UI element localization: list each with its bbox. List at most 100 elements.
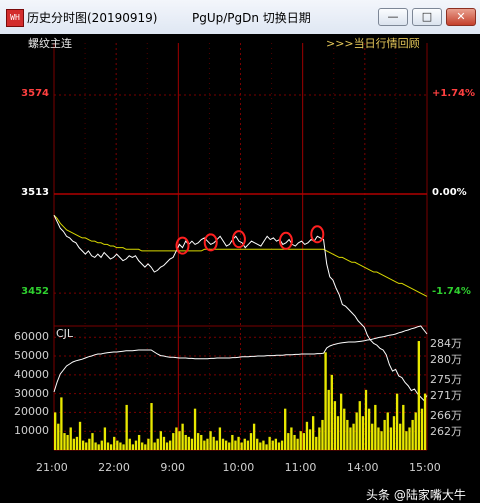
volume-bar — [423, 393, 427, 450]
volume-bar — [88, 438, 91, 450]
volume-bar — [389, 427, 393, 450]
volume-bar — [85, 442, 88, 450]
volume-bar — [374, 404, 377, 450]
open-interest-tick-label: 280万 — [430, 353, 462, 366]
volume-bar — [290, 427, 293, 450]
volume-bar — [411, 419, 414, 450]
volume-bar — [66, 434, 69, 450]
volume-bar — [156, 438, 159, 450]
volume-bar — [336, 416, 340, 450]
volume-bar — [94, 442, 97, 450]
volume-bar — [190, 438, 194, 450]
time-tick-label: 15:00 — [409, 461, 441, 474]
volume-bar — [333, 401, 337, 450]
volume-bar — [162, 436, 166, 450]
volume-bar — [355, 412, 358, 450]
volume-bar — [395, 393, 399, 450]
volume-bar — [302, 433, 305, 450]
volume-bar — [75, 436, 79, 450]
volume-tick-label: 30000 — [14, 386, 49, 400]
volume-bar — [367, 408, 371, 450]
volume-bar — [318, 427, 321, 450]
volume-bar — [218, 427, 222, 450]
volume-bar — [144, 444, 147, 450]
volume-bar — [240, 442, 243, 450]
volume-bar — [414, 412, 417, 450]
volume-bar — [324, 352, 327, 450]
highlight-circle — [310, 225, 325, 244]
watermark: 头条 @陆家嘴大牛 — [364, 486, 468, 503]
day-review-link[interactable]: >>>当日行情回顾 — [326, 35, 420, 51]
volume-bar — [196, 433, 200, 450]
volume-bar — [134, 440, 138, 450]
date-switch-hint: PgUp/PgDn 切换日期 — [192, 11, 311, 25]
highlight-circle — [231, 230, 246, 249]
volume-bar — [106, 442, 110, 450]
volume-bar — [399, 423, 402, 450]
volume-bar — [128, 438, 131, 450]
volume-tick-label: 40000 — [14, 367, 49, 381]
volume-bar — [231, 434, 234, 450]
volume-bar — [271, 440, 274, 450]
volume-bar — [371, 423, 374, 450]
title-bar[interactable]: WH 历史分时图(20190919) PgUp/PgDn 切换日期 — □ ✕ — [0, 0, 480, 35]
time-tick-label: 9:00 — [160, 461, 186, 474]
volume-bar — [113, 436, 116, 450]
volume-bar — [386, 412, 389, 450]
volume-bar — [311, 416, 315, 450]
pct-tick-label: -1.74% — [432, 286, 471, 298]
volume-bar — [343, 408, 346, 450]
volume-bar — [420, 408, 424, 450]
volume-bar — [60, 397, 63, 450]
volume-bar — [249, 433, 253, 450]
volume-bar — [97, 444, 100, 450]
volume-bar — [315, 436, 318, 450]
volume-bar — [262, 440, 265, 450]
volume-bar — [305, 421, 309, 450]
volume-bar — [81, 440, 85, 450]
open-interest-tick-label: 271万 — [430, 389, 462, 402]
volume-bar — [339, 393, 343, 450]
volume-bar — [122, 444, 125, 450]
volume-bar — [137, 434, 141, 450]
time-tick-label: 11:00 — [284, 461, 317, 474]
chart-canvas[interactable] — [0, 34, 480, 480]
volume-bar — [100, 440, 103, 450]
volume-bar — [187, 436, 190, 450]
volume-tick-label: 10000 — [14, 424, 49, 438]
volume-bar — [417, 341, 421, 450]
time-tick-label: 22:00 — [98, 461, 130, 474]
volume-bar — [215, 440, 218, 450]
volume-bar — [125, 404, 128, 450]
volume-bar — [296, 438, 299, 450]
intraday-chart-area[interactable]: 螺纹主连 >>>当日行情回顾 CJL 3574 +1.74% 3513 0.00% 34… — [0, 34, 480, 503]
volume-bar — [224, 440, 228, 450]
volume-bar — [377, 427, 380, 450]
open-interest-tick-label: 284万 — [430, 337, 462, 350]
volume-bar — [63, 433, 66, 450]
highlight-circle — [203, 233, 218, 252]
price-tick-label: 3574 — [21, 87, 49, 99]
volume-bar — [268, 436, 271, 450]
price-tick-label: 3513 — [21, 187, 49, 199]
volume-bar — [280, 440, 284, 450]
maximize-button[interactable]: □ — [412, 8, 442, 26]
volume-bar — [178, 431, 181, 450]
close-button[interactable]: ✕ — [446, 8, 476, 26]
volume-bar — [274, 438, 278, 450]
volume-bar — [237, 436, 240, 450]
volume-bar — [78, 421, 82, 450]
pct-tick-label: 0.00% — [432, 187, 467, 199]
volume-bar — [380, 431, 383, 450]
volume-bar — [54, 412, 57, 450]
minimize-button[interactable]: — — [378, 8, 408, 26]
volume-tick-label: 60000 — [14, 330, 49, 344]
volume-tick-label: 20000 — [14, 405, 49, 419]
volume-bar — [358, 401, 361, 450]
volume-bar — [349, 427, 352, 450]
volume-bar — [364, 389, 368, 450]
history-chart-window: WH 历史分时图(20190919) PgUp/PgDn 切换日期 — □ ✕ … — [0, 0, 480, 503]
open-interest-tick-label: 266万 — [430, 409, 462, 422]
volume-bar — [405, 431, 408, 450]
volume-bar — [209, 431, 212, 450]
